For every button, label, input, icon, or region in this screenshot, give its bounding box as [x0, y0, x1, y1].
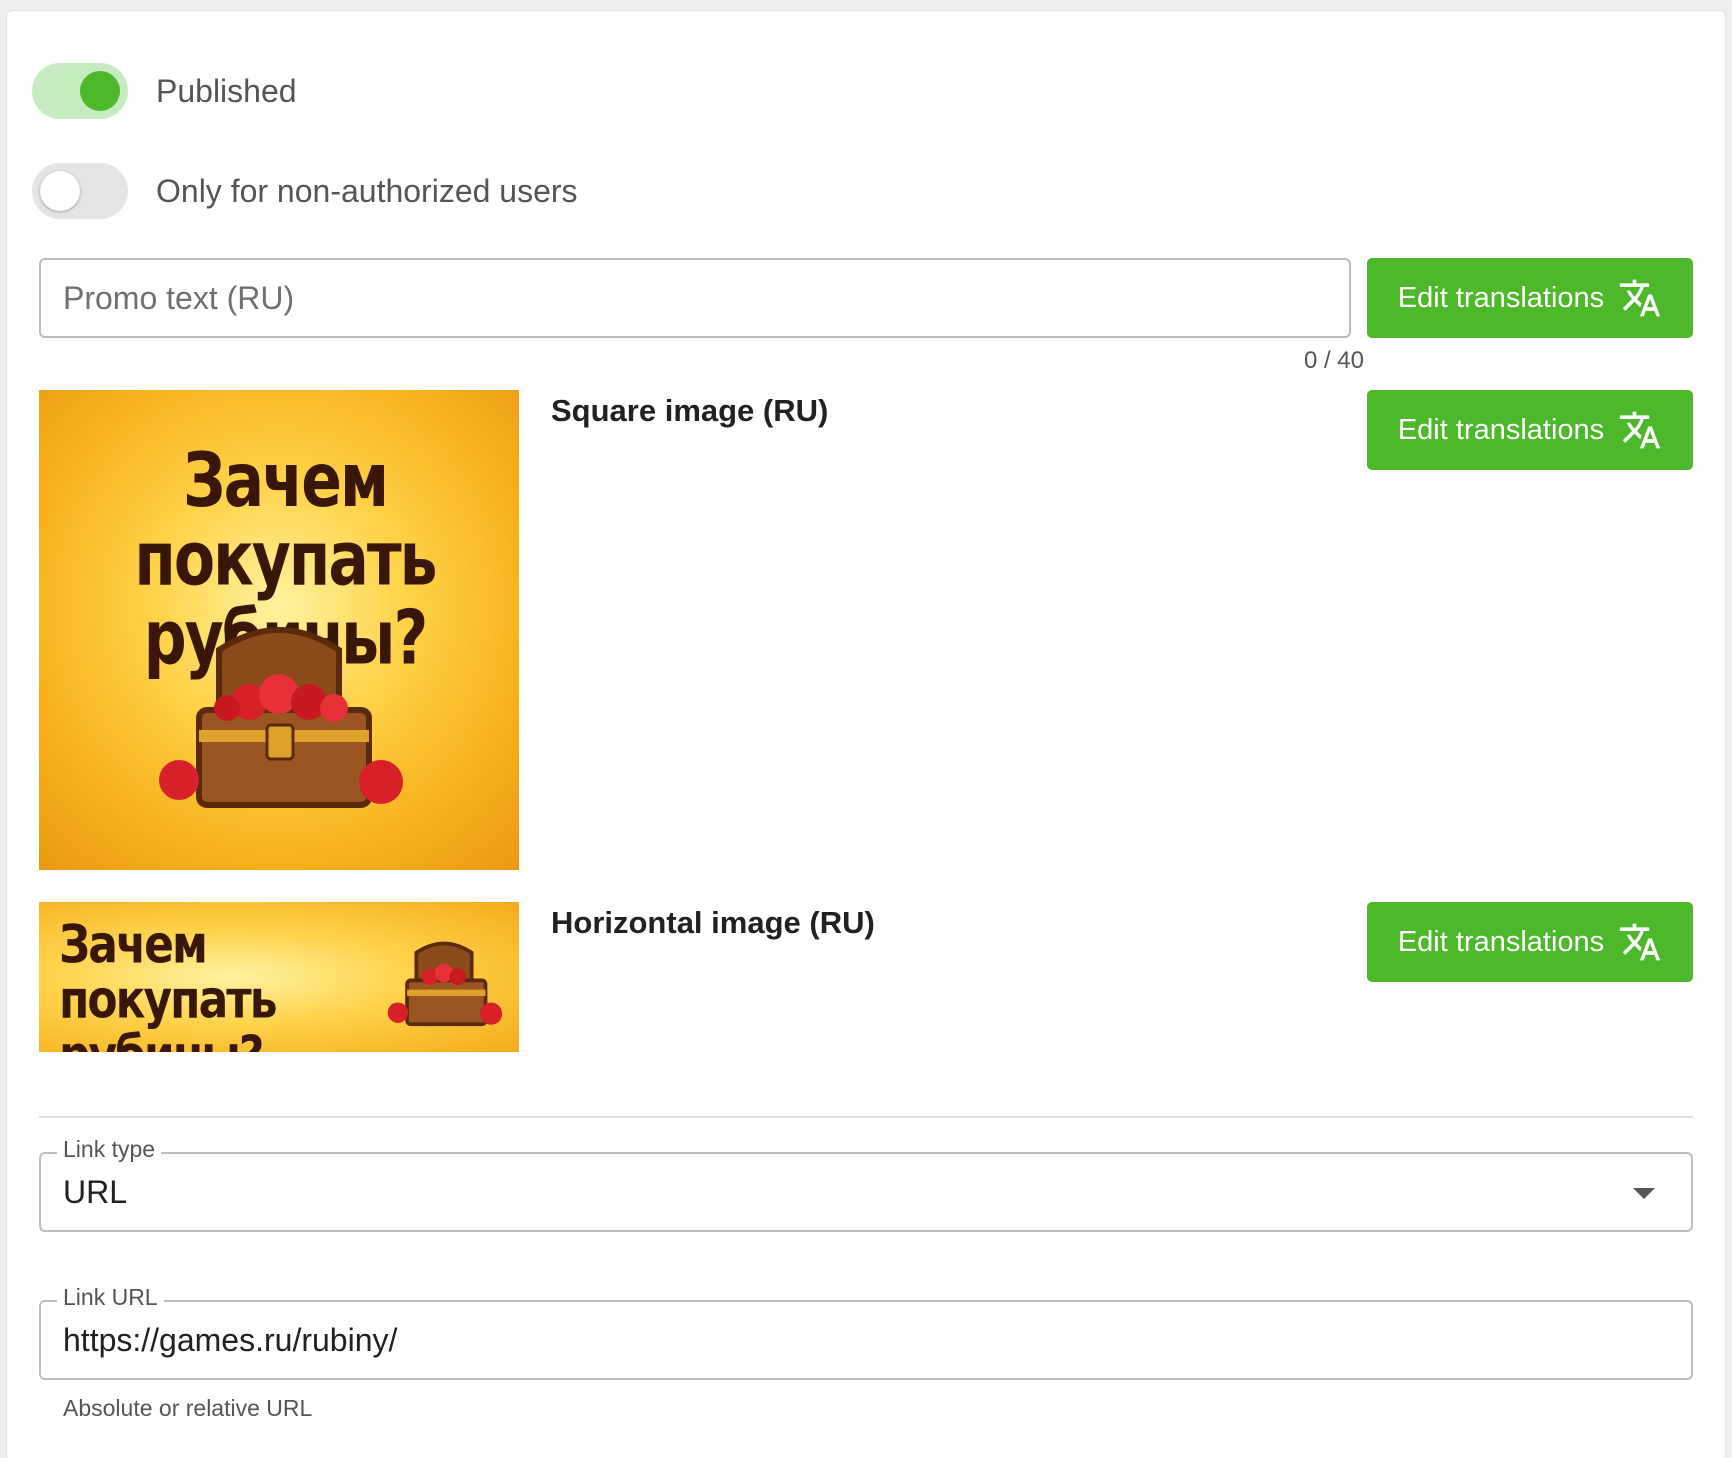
edit-translations-label: Edit translations [1397, 925, 1605, 958]
translate-icon [1619, 923, 1661, 961]
translate-icon [1619, 411, 1661, 449]
chevron-down-icon[interactable] [1633, 1188, 1655, 1199]
non-authorized-toggle-row: Only for non-authorized users [32, 161, 578, 221]
published-label: Published [156, 72, 297, 109]
link-url-label: Link URL [57, 1284, 164, 1311]
horizontal-image-title: Horizontal image (RU) [551, 905, 875, 940]
promo-text-counter: 0 / 40 [1303, 347, 1364, 374]
section-divider [39, 1116, 1693, 1118]
link-type-select[interactable]: Link type URL [39, 1136, 1693, 1232]
promo-edit-translations-button[interactable]: Edit translations [1367, 258, 1693, 338]
published-toggle[interactable] [32, 63, 128, 119]
promo-text-input[interactable] [41, 260, 1349, 336]
promo-text-field[interactable] [39, 258, 1351, 338]
link-url-value[interactable]: https://games.ru/rubiny/ [63, 1322, 397, 1359]
published-toggle-row: Published [32, 61, 297, 121]
treasure-chest-icon [387, 941, 503, 1027]
toggle-knob [40, 171, 80, 211]
square-image-title: Square image (RU) [551, 393, 829, 428]
promo-form-card: Published Only for non-authorized users … [6, 10, 1726, 1458]
link-type-label: Link type [57, 1136, 162, 1163]
non-authorized-toggle[interactable] [32, 163, 128, 219]
edit-translations-label: Edit translations [1397, 281, 1605, 314]
treasure-chest-icon [159, 627, 403, 808]
horizontal-image-preview[interactable]: Зачем покупать рубины? [39, 902, 519, 1052]
square-image-edit-translations-button[interactable]: Edit translations [1367, 390, 1693, 470]
toggle-knob [80, 71, 120, 111]
non-authorized-label: Only for non-authorized users [156, 172, 578, 209]
translate-icon [1619, 279, 1661, 317]
horizontal-image-edit-translations-button[interactable]: Edit translations [1367, 902, 1693, 982]
link-url-helper: Absolute or relative URL [63, 1395, 313, 1421]
edit-translations-label: Edit translations [1397, 413, 1605, 446]
link-type-value: URL [63, 1174, 128, 1210]
horizontal-image-text: Зачем покупать рубины? [59, 914, 278, 1052]
square-image-preview[interactable]: Зачем покупать рубины? [39, 390, 519, 870]
link-url-field[interactable]: Link URL https://games.ru/rubiny/ [39, 1284, 1693, 1380]
